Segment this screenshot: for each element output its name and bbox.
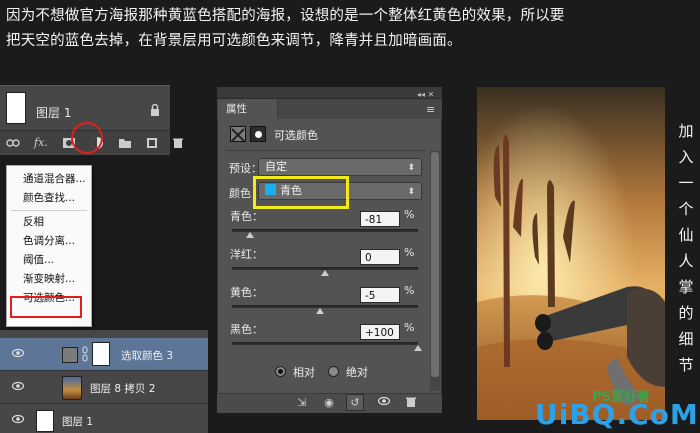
- side-char: 细: [678, 330, 694, 348]
- menu-item-gradient-map[interactable]: 渐变映射...: [7, 270, 91, 289]
- collapse-icon[interactable]: ◂◂ ✕: [417, 90, 434, 99]
- menu-item-threshold[interactable]: 阈值...: [7, 251, 91, 270]
- slider-label: 洋红：: [230, 248, 263, 261]
- side-char: 节: [678, 356, 694, 374]
- selective-color-highlight: [10, 296, 82, 318]
- slider-label: 黑色：: [230, 323, 263, 336]
- reset-icon[interactable]: ↺: [348, 396, 362, 410]
- chain-icon: [82, 344, 88, 364]
- trash-icon[interactable]: [172, 136, 184, 150]
- layer-row-selective-color[interactable]: 选取颜色 3: [0, 338, 208, 371]
- radio-relative-label: 相对: [293, 366, 315, 379]
- preset-value: 自定: [265, 160, 287, 173]
- layer-thumbnail[interactable]: [36, 410, 54, 432]
- menu-item-invert[interactable]: 反相: [7, 213, 91, 232]
- folder-icon[interactable]: [118, 136, 132, 150]
- layer-row-layer1[interactable]: 图层 1: [0, 404, 208, 433]
- slider-label: 青色：: [230, 210, 263, 223]
- selective-color-icon: [230, 126, 246, 142]
- slider-thumb[interactable]: [321, 270, 329, 276]
- layer-name[interactable]: 选取颜色 3: [121, 348, 173, 363]
- menu-item-channel-mixer[interactable]: 通道混合器...: [7, 170, 91, 189]
- side-vertical-text: 加 入 一 个 仙 人 掌 的 细 节: [676, 118, 696, 378]
- side-char: 的: [678, 304, 694, 322]
- slider-label: 黄色：: [230, 286, 263, 299]
- menu-item-color-lookup[interactable]: 颜色查找...: [7, 189, 91, 208]
- side-char: 个: [678, 200, 694, 218]
- radio-absolute[interactable]: [328, 366, 339, 377]
- preset-select[interactable]: 自定 ⬍: [258, 158, 422, 176]
- new-layer-icon[interactable]: [146, 136, 158, 150]
- side-char: 仙: [678, 226, 694, 244]
- properties-title-row: 可选颜色: [226, 124, 426, 144]
- side-char: 掌: [678, 278, 694, 296]
- side-char: 人: [678, 252, 694, 270]
- eye-icon[interactable]: [11, 381, 25, 393]
- caption-line-2: 把天空的蓝色去掉，在背景层用可选颜色来调节，降青并且加暗画面。: [6, 33, 462, 49]
- slider-value-input[interactable]: +100: [360, 324, 400, 340]
- panel-title: 可选颜色: [274, 129, 318, 142]
- layer-thumbnail[interactable]: [6, 92, 26, 124]
- desert-photo: [477, 87, 665, 420]
- trash-icon[interactable]: [404, 396, 418, 410]
- properties-panel-header: [217, 87, 442, 99]
- radio-relative[interactable]: [275, 366, 286, 377]
- menu-separator: [11, 210, 87, 211]
- chevron-updown-icon: ⬍: [407, 187, 415, 197]
- percent-unit: %: [404, 321, 415, 334]
- panel-menu-icon[interactable]: ≡: [426, 103, 435, 116]
- slider-thumb[interactable]: [316, 308, 325, 314]
- side-char: 入: [678, 148, 694, 166]
- radio-absolute-label: 绝对: [346, 366, 368, 379]
- percent-unit: %: [404, 246, 415, 259]
- clip-to-layer-icon[interactable]: ⇲: [295, 396, 309, 410]
- adjustment-layer-icon: [62, 347, 78, 363]
- adjustment-highlight-circle: [71, 122, 103, 154]
- color-select-highlight: [253, 176, 349, 209]
- visibility-icon[interactable]: [377, 396, 391, 410]
- side-char: 加: [678, 122, 694, 140]
- percent-unit: %: [404, 208, 415, 221]
- layer-image-thumbnail[interactable]: [62, 376, 82, 400]
- percent-unit: %: [404, 284, 415, 297]
- layers-list: 选取颜色 3 图层 8 拷贝 2 图层 1: [0, 330, 208, 433]
- slider-thumb[interactable]: [414, 345, 422, 351]
- fx-icon[interactable]: fx.: [34, 136, 48, 150]
- slider-value-input[interactable]: -81: [360, 211, 400, 227]
- slider-track[interactable]: [232, 342, 418, 345]
- caption-line-1: 因为不想做官方海报那种黄蓝色搭配的海报，设想的是一个整体红黄色的效果，所以要: [6, 8, 565, 24]
- slider-track[interactable]: [232, 305, 418, 308]
- slider-thumb[interactable]: [245, 232, 254, 238]
- eye-icon[interactable]: [11, 348, 25, 360]
- caption: 因为不想做官方海报那种黄蓝色搭配的海报，设想的是一个整体红黄色的效果，所以要 把…: [6, 4, 696, 54]
- chevron-updown-icon: ⬍: [407, 163, 415, 173]
- side-char: 一: [678, 174, 694, 192]
- slider-track[interactable]: [232, 229, 418, 232]
- link-icon[interactable]: [6, 136, 20, 150]
- layer-row-copy[interactable]: 图层 8 拷贝 2: [0, 371, 208, 404]
- menu-item-posterize[interactable]: 色调分离...: [7, 232, 91, 251]
- eye-icon[interactable]: [11, 414, 25, 426]
- slider-value-input[interactable]: 0: [360, 249, 400, 265]
- layer-name[interactable]: 图层 1: [36, 104, 71, 121]
- divider: [226, 150, 426, 151]
- layer-name[interactable]: 图层 8 拷贝 2: [90, 381, 155, 396]
- watermark-logo: UiBQ.CoM: [535, 398, 699, 431]
- layer-mask-thumbnail[interactable]: [92, 342, 110, 366]
- scrollbar-thumb[interactable]: [431, 152, 439, 377]
- view-previous-icon[interactable]: ◉: [322, 396, 336, 410]
- layer-name[interactable]: 图层 1: [62, 414, 93, 429]
- slider-value-input[interactable]: -5: [360, 287, 400, 303]
- tab-properties[interactable]: 属性: [218, 99, 278, 119]
- lock-icon: [151, 104, 159, 116]
- mask-icon[interactable]: [250, 126, 266, 142]
